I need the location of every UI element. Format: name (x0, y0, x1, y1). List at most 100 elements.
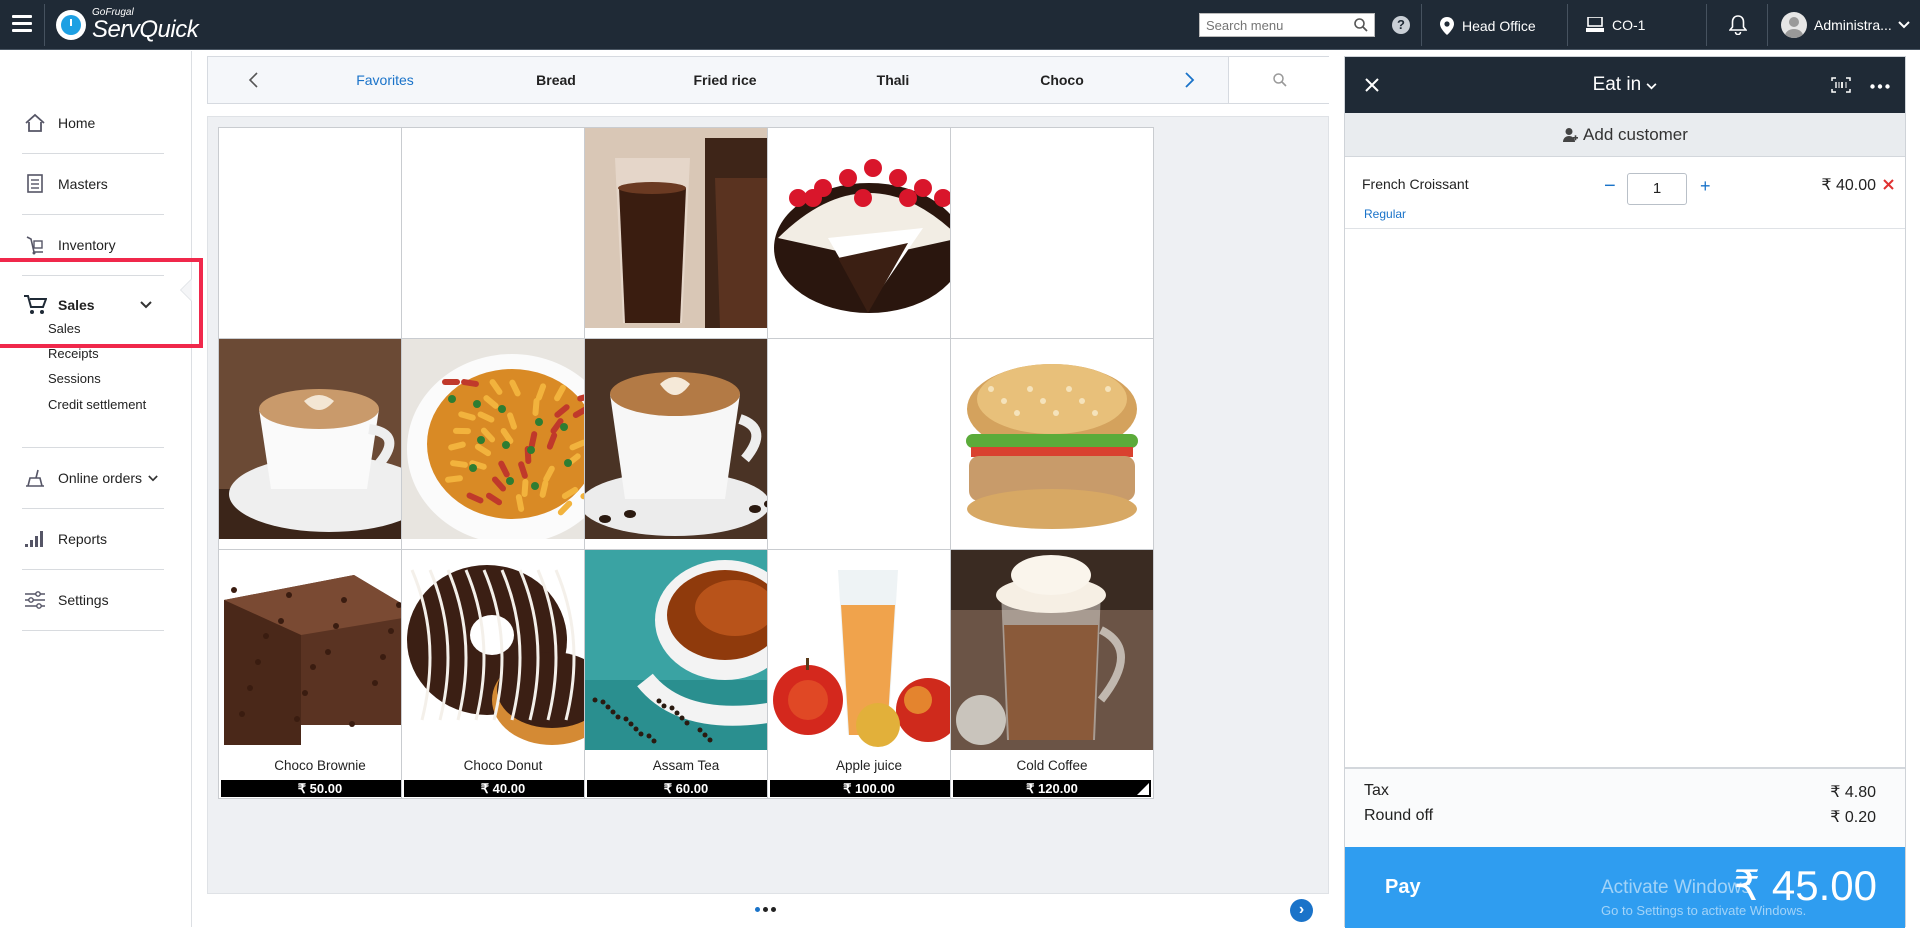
tab-choco[interactable]: Choco (1007, 72, 1117, 88)
next-page-button[interactable]: › (1290, 899, 1313, 922)
product-price: ₹ 120.00 (953, 780, 1151, 797)
quantity-field[interactable]: 1 (1627, 173, 1687, 205)
active-caret (180, 278, 192, 302)
product-image (951, 550, 1153, 750)
counter-label: CO-1 (1612, 17, 1646, 33)
product-card[interactable]: Apple juice ₹ 100.00 (767, 549, 971, 799)
clock-logo-icon (56, 10, 86, 40)
product-name: Assam Tea (652, 758, 720, 773)
add-customer-label: Add customer (1583, 124, 1688, 144)
product-image (768, 550, 970, 750)
product-card[interactable]: Choco Brownie ₹ 50.00 (218, 549, 422, 799)
order-panel: Eat in Add customer French Croissant Reg… (1344, 56, 1906, 928)
tab-favorites[interactable]: Favorites (330, 72, 440, 88)
search-icon[interactable] (1353, 17, 1369, 33)
product-price: ₹ 50.00 (221, 780, 419, 797)
settings-icon (22, 589, 48, 611)
page-indicator[interactable] (755, 907, 776, 912)
sidebar-item-masters[interactable]: Masters (22, 154, 164, 215)
order-mode: Eat in (1592, 74, 1642, 95)
menu-icon[interactable] (12, 15, 32, 33)
tab-bread[interactable]: Bread (501, 72, 611, 88)
brand-name: ServQuick (92, 16, 199, 43)
product-price: ₹ 60.00 (587, 780, 785, 797)
sidebar-sub-sessions[interactable]: Sessions (48, 371, 101, 386)
chevron-down-icon (1646, 83, 1657, 90)
sidebar-item-online-orders[interactable]: Online orders (22, 448, 164, 509)
chevron-left-icon[interactable] (248, 72, 260, 88)
search-input[interactable] (1200, 14, 1348, 36)
chevron-down-icon (1898, 21, 1910, 29)
user-menu[interactable]: Administra... (1814, 17, 1910, 33)
chevron-down-icon[interactable] (148, 474, 158, 482)
sidebar: Home Masters Inventory Sales Sales Recei… (0, 51, 192, 927)
search-menu[interactable] (1199, 13, 1375, 37)
sidebar-item-label: Settings (58, 592, 109, 608)
product-name: Choco Brownie (274, 758, 366, 773)
tax-value: ₹ 4.80 (1830, 784, 1876, 801)
product-image (219, 550, 421, 750)
product-image (768, 128, 970, 328)
pay-button[interactable]: Pay ₹ 45.00 Activate Windows Go to Setti… (1345, 847, 1905, 928)
increase-qty-button[interactable]: + (1700, 176, 1711, 197)
product-card[interactable]: Assam Tea ₹ 60.00 (584, 549, 788, 799)
product-name: Choco Donut (463, 758, 543, 773)
watermark-subtitle: Go to Settings to activate Windows. (1601, 903, 1807, 918)
sidebar-item-label: Online orders (58, 470, 143, 486)
product-name: Apple juice (835, 758, 903, 773)
product-image (402, 339, 604, 539)
line-item-variant[interactable]: Regular (1364, 207, 1406, 221)
decrease-qty-button[interactable]: − (1604, 175, 1616, 198)
divider (1567, 4, 1568, 46)
masters-icon (22, 173, 48, 195)
order-totals: Tax ₹ 4.80 Round off ₹ 0.20 (1345, 767, 1905, 847)
order-header: Eat in (1345, 57, 1905, 113)
user-name: Administra... (1814, 17, 1892, 33)
product-image (219, 128, 421, 328)
sidebar-sub-credit-settlement[interactable]: Credit settlement (48, 397, 146, 412)
chevron-right-icon[interactable] (1183, 72, 1195, 88)
line-item-name: French Croissant (1362, 176, 1469, 192)
category-search-button[interactable] (1228, 57, 1329, 103)
online-orders-icon (22, 467, 48, 489)
divider (1706, 4, 1707, 46)
product-card[interactable]: Choco Donut ₹ 40.00 (401, 549, 605, 799)
remove-item-icon[interactable] (1883, 179, 1894, 190)
sidebar-item-reports[interactable]: Reports (22, 509, 164, 570)
sidebar-item-label: Reports (58, 531, 108, 547)
search-icon (1273, 73, 1287, 87)
divider (44, 4, 45, 46)
add-customer-button[interactable]: Add customer (1345, 113, 1905, 157)
order-mode-selector[interactable]: Eat in (1345, 74, 1905, 96)
order-line[interactable]: French Croissant Regular − 1 + ₹ 40.00 (1345, 157, 1905, 229)
line-item-price: ₹ 40.00 (1821, 177, 1876, 194)
terminal-icon (1586, 17, 1604, 32)
bell-icon[interactable] (1729, 15, 1747, 35)
help-icon[interactable]: ? (1392, 16, 1410, 34)
more-icon[interactable] (1870, 84, 1890, 89)
product-grid: BUTTER DOSA₹ 120.00Orange juiceee₹ 80.00… (207, 116, 1329, 894)
location-selector[interactable]: Head Office (1440, 17, 1536, 35)
counter-selector[interactable]: CO-1 (1586, 17, 1645, 33)
product-image (585, 339, 787, 539)
product-price: ₹ 100.00 (770, 780, 968, 797)
sidebar-sub-receipts[interactable]: Receipts (48, 346, 99, 361)
sidebar-item-home[interactable]: Home (22, 93, 164, 154)
location-label: Head Office (1462, 18, 1536, 34)
sidebar-item-label: Inventory (58, 237, 116, 253)
barcode-scan-icon[interactable] (1831, 77, 1851, 93)
product-card[interactable]: Cold Coffee ₹ 120.00 (950, 549, 1154, 799)
roundoff-label: Round off (1364, 807, 1434, 824)
product-image (402, 128, 604, 328)
add-user-icon (1563, 127, 1579, 142)
divider (1421, 4, 1422, 46)
sidebar-item-label: Masters (58, 176, 108, 192)
tab-thali[interactable]: Thali (838, 72, 948, 88)
product-price: ₹ 40.00 (404, 780, 602, 797)
tab-fried-rice[interactable]: Fried rice (670, 72, 780, 88)
category-bar: Favorites Bread Fried rice Thali Choco (207, 56, 1329, 104)
avatar[interactable] (1781, 12, 1807, 38)
sidebar-item-settings[interactable]: Settings (22, 570, 164, 631)
location-pin-icon (1440, 17, 1454, 35)
highlight-box (0, 258, 203, 348)
